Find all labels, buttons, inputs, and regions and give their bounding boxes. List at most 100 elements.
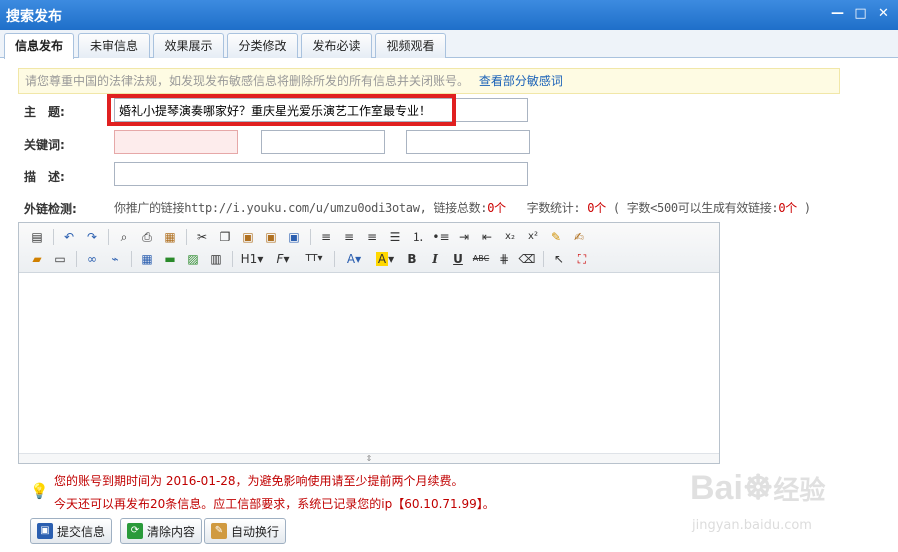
rule-prefix: ( 字数<500可以生成有效链接:: [612, 201, 779, 215]
window-titlebar: 搜索发布 — □ ✕: [0, 0, 898, 30]
underline-button[interactable]: U: [448, 249, 468, 269]
align-center-icon[interactable]: ≡: [339, 227, 359, 247]
window-title: 搜索发布: [6, 9, 62, 25]
heading-dropdown[interactable]: H1▾: [238, 249, 266, 269]
bold-button[interactable]: B: [402, 249, 422, 269]
outdent-icon[interactable]: ⇤: [477, 227, 497, 247]
keyword-input-1[interactable]: [114, 130, 238, 154]
indent-icon[interactable]: ⇥: [454, 227, 474, 247]
link-check-label: 外链检测:: [24, 202, 77, 216]
unlink-icon[interactable]: ⌁: [105, 249, 125, 269]
bg-color-label: A: [375, 252, 389, 266]
preview-icon[interactable]: ⌕: [114, 227, 134, 247]
print-icon[interactable]: ⎙: [137, 227, 157, 247]
select-all-icon[interactable]: ✍: [569, 227, 589, 247]
description-input[interactable]: [114, 162, 528, 186]
ordered-list-icon[interactable]: ⒈: [408, 227, 428, 247]
refresh-icon: ⟳: [127, 523, 143, 539]
watermark-url: jingyan.baidu.com: [692, 518, 812, 533]
table-icon[interactable]: ▦: [137, 249, 157, 269]
undo-icon[interactable]: ↶: [59, 227, 79, 247]
align-right-icon[interactable]: ≡: [362, 227, 382, 247]
tab-video[interactable]: 视频观看: [375, 33, 446, 58]
autowrap-label: 自动换行: [231, 524, 280, 539]
size-label: TT: [305, 253, 318, 264]
paste-word-icon[interactable]: ▣: [284, 227, 304, 247]
superscript-icon[interactable]: x²: [523, 227, 543, 247]
word-stats-label: 字数统计:: [526, 201, 581, 215]
link-icon[interactable]: ∞: [82, 249, 102, 269]
pencil-icon: ✎: [211, 523, 227, 539]
subscript-icon[interactable]: x₂: [500, 227, 520, 247]
font-family-dropdown[interactable]: F▾: [269, 249, 297, 269]
sensitive-words-link[interactable]: 查看部分敏感词: [479, 74, 563, 88]
link-check-prefix: 你推广的链接http://i.youku.com/u/umzu0odi3otaw…: [114, 201, 488, 215]
keywords-label: 关键词:: [24, 138, 65, 152]
eraser-icon[interactable]: ⌫: [517, 249, 537, 269]
link-count: 0个: [487, 201, 506, 215]
clear-label: 清除内容: [147, 524, 196, 539]
tab-bar: 信息发布 未审信息 效果展示 分类修改 发布必读 视频观看: [0, 30, 898, 59]
special-char-icon[interactable]: ⋕: [494, 249, 514, 269]
valid-links-count: 0个: [778, 201, 797, 215]
editor-resize-handle[interactable]: ⇕: [19, 453, 719, 463]
tab-unreviewed[interactable]: 未审信息: [78, 33, 150, 58]
tab-effect-display[interactable]: 效果展示: [153, 33, 224, 58]
font-color-dropdown[interactable]: A▾: [340, 249, 368, 269]
rich-text-editor: ▤ ↶ ↷ ⌕ ⎙ ▦ ✂ ❐ ▣ ▣ ▣ ≡ ≡ ≡ ☰ ⒈ •≡ ⇥ ⇤ x…: [18, 222, 720, 464]
subject-label: 主 题:: [24, 105, 65, 119]
paste-icon[interactable]: ▣: [238, 227, 258, 247]
align-left-icon[interactable]: ≡: [316, 227, 336, 247]
strikethrough-button[interactable]: ABC: [471, 249, 491, 269]
submit-button[interactable]: ▣ 提交信息: [30, 518, 113, 544]
font-color-label: A: [346, 252, 356, 266]
justify-icon[interactable]: ☰: [385, 227, 405, 247]
quota-tip: 今天还可以再发布20条信息。应工信部要求，系统已记录您的ip【60.10.71.…: [54, 497, 495, 511]
word-count: 0个: [587, 201, 606, 215]
tab-info-publish[interactable]: 信息发布: [4, 33, 74, 59]
baidu-jingyan-watermark: Bai☸经验 jingyan.baidu.com: [690, 450, 890, 550]
fullscreen-icon[interactable]: ⛶: [572, 249, 592, 269]
submit-label: 提交信息: [57, 524, 106, 539]
font-label: F: [276, 252, 284, 266]
flash-icon[interactable]: ▭: [50, 249, 70, 269]
save-icon: ▣: [37, 523, 53, 539]
page-break-icon[interactable]: ▥: [206, 249, 226, 269]
redo-icon[interactable]: ↷: [82, 227, 102, 247]
expire-tip: 您的账号到期时间为 2016-01-28，为避免影响使用请至少提前两个月续费。: [54, 474, 464, 488]
keyword-input-2[interactable]: [261, 130, 385, 154]
source-icon[interactable]: ▤: [27, 227, 47, 247]
lightbulb-icon: 💡: [30, 482, 49, 500]
cut-icon[interactable]: ✂: [192, 227, 212, 247]
clear-format-icon[interactable]: ✎: [546, 227, 566, 247]
autowrap-button[interactable]: ✎ 自动换行: [204, 518, 287, 544]
close-icon[interactable]: ✕: [875, 5, 892, 23]
link-check-info: 你推广的链接http://i.youku.com/u/umzu0odi3otaw…: [114, 199, 811, 216]
italic-button[interactable]: I: [425, 249, 445, 269]
legal-notice: 请您尊重中国的法律法规，如发现发布敏感信息将删除所发的所有信息并关闭账号。 查看…: [18, 68, 840, 94]
clear-button[interactable]: ⟳ 清除内容: [120, 518, 203, 544]
paste-text-icon[interactable]: ▣: [261, 227, 281, 247]
copy-icon[interactable]: ❐: [215, 227, 235, 247]
maximize-icon[interactable]: □: [852, 5, 869, 23]
heading-label: H1: [240, 252, 258, 266]
media-icon[interactable]: ▨: [183, 249, 203, 269]
keyword-input-3[interactable]: [406, 130, 530, 154]
watermark-brand: Bai: [690, 469, 743, 507]
description-label: 描 述:: [24, 170, 65, 184]
tab-must-read[interactable]: 发布必读: [301, 33, 372, 58]
editor-toolbar: ▤ ↶ ↷ ⌕ ⎙ ▦ ✂ ❐ ▣ ▣ ▣ ≡ ≡ ≡ ☰ ⒈ •≡ ⇥ ⇤ x…: [19, 223, 719, 273]
editor-content-area[interactable]: [19, 274, 719, 454]
minimize-icon[interactable]: —: [829, 5, 846, 23]
template-icon[interactable]: ▦: [160, 227, 180, 247]
bg-color-dropdown[interactable]: A ▾: [371, 249, 399, 269]
paw-icon: ☸: [742, 469, 774, 507]
annotation-highlight-box: [107, 94, 456, 126]
font-size-dropdown[interactable]: TT▾: [300, 249, 328, 269]
rule-suffix: ): [803, 201, 811, 215]
unordered-list-icon[interactable]: •≡: [431, 227, 451, 247]
horizontal-rule-icon[interactable]: ▬: [160, 249, 180, 269]
pointer-icon[interactable]: ↖: [549, 249, 569, 269]
image-icon[interactable]: ▰: [27, 249, 47, 269]
tab-category-edit[interactable]: 分类修改: [227, 33, 298, 58]
